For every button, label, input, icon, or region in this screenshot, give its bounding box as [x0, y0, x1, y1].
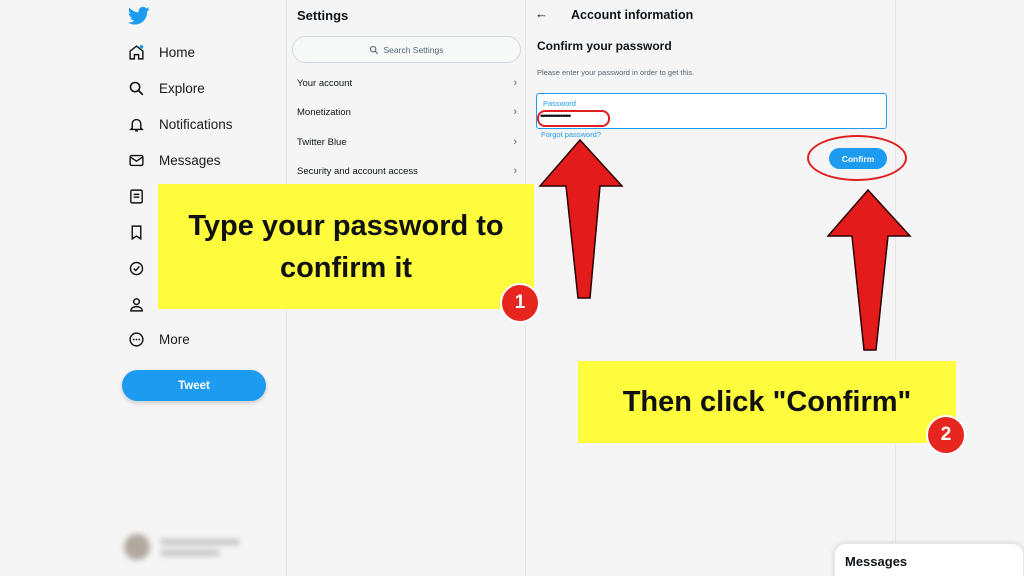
step2-callout: Then click "Confirm" [578, 361, 956, 443]
step1-callout: Type your password to confirm it [158, 184, 534, 309]
step1-badge: 1 [500, 283, 540, 323]
arrow-up-to-confirm [826, 188, 912, 351]
messages-drawer-title: Messages [845, 554, 908, 569]
step2-badge: 2 [926, 415, 966, 455]
messages-drawer[interactable]: Messages [834, 543, 1024, 576]
arrow-up-to-password [538, 138, 624, 299]
